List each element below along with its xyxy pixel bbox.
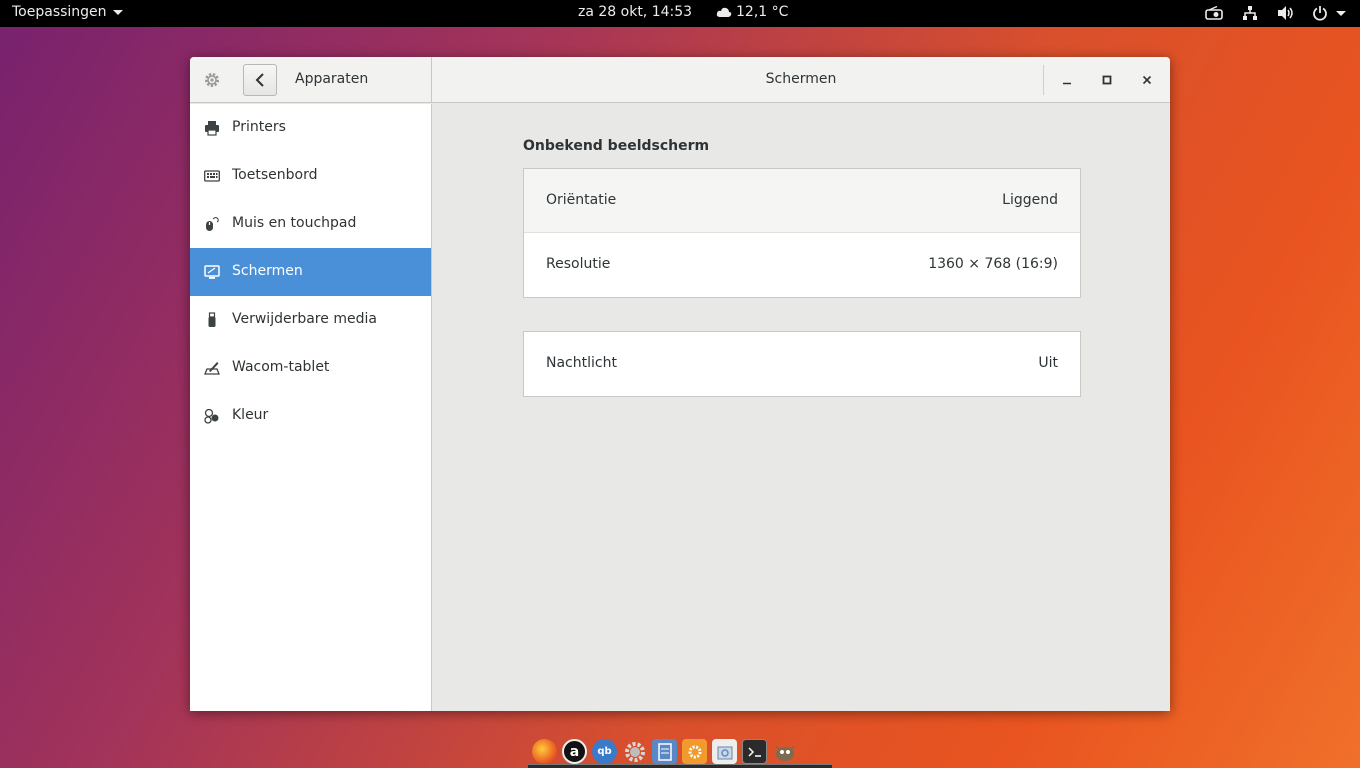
printer-icon — [205, 121, 219, 136]
sidebar-item-printers[interactable]: Printers — [190, 104, 431, 152]
close-icon — [1142, 75, 1152, 85]
minimize-button[interactable] — [1057, 70, 1077, 90]
sidebar-item-color[interactable]: Kleur — [190, 392, 431, 440]
minimize-icon — [1063, 82, 1071, 85]
volume-icon[interactable] — [1276, 3, 1296, 23]
sidebar: Printers Toetsenbord Muis en touchpad Sc… — [190, 104, 432, 711]
display-group-title: Onbekend beeldscherm — [523, 138, 710, 154]
dock-indicator-bar — [528, 764, 832, 768]
orientation-value: Liggend — [1002, 192, 1058, 208]
resolution-value: 1360 × 768 (16:9) — [928, 256, 1058, 272]
resolution-label: Resolutie — [546, 256, 611, 272]
files-icon[interactable] — [652, 739, 677, 764]
cloud-icon — [716, 7, 732, 17]
display-icon — [204, 265, 220, 279]
nightlight-label: Nachtlicht — [546, 355, 617, 371]
caret-down-icon — [1336, 10, 1346, 16]
section-title: Apparaten — [295, 71, 369, 87]
header-bar: Apparaten Schermen — [190, 57, 1170, 103]
clock[interactable]: za 28 okt, 14:53 — [578, 4, 692, 20]
sidebar-item-label: Schermen — [232, 263, 303, 279]
usb-icon — [208, 312, 216, 327]
power-icon[interactable] — [1312, 3, 1346, 23]
package-manager-icon[interactable] — [712, 739, 737, 764]
sidebar-item-label: Printers — [232, 119, 286, 135]
displays-panel: Onbekend beeldscherm Oriëntatie Liggend … — [433, 104, 1170, 711]
sidebar-item-removable-media[interactable]: Verwijderbare media — [190, 296, 431, 344]
nightlight-row[interactable]: Nachtlicht Uit — [524, 332, 1080, 396]
resolution-row[interactable]: Resolutie 1360 × 768 (16:9) — [524, 233, 1080, 297]
top-bar: Toepassingen za 28 okt, 14:53 12,1 °C — [0, 0, 1360, 27]
terminal-icon[interactable] — [742, 739, 767, 764]
mouse-icon — [206, 217, 219, 231]
orientation-row[interactable]: Oriëntatie Liggend — [524, 169, 1080, 233]
settings-gear-icon[interactable] — [622, 739, 647, 764]
sidebar-item-mouse[interactable]: Muis en touchpad — [190, 200, 431, 248]
chevron-left-icon — [255, 73, 264, 87]
sidebar-item-label: Muis en touchpad — [232, 215, 357, 231]
header-left: Apparaten — [190, 57, 432, 103]
header-separator — [1043, 65, 1044, 95]
display-settings-list: Oriëntatie Liggend Resolutie 1360 × 768 … — [523, 168, 1081, 298]
gear-icon[interactable] — [203, 71, 221, 89]
close-button[interactable] — [1137, 70, 1157, 90]
tablet-icon — [204, 362, 220, 375]
software-updater-icon[interactable] — [682, 739, 707, 764]
maximize-button[interactable] — [1097, 70, 1117, 90]
caret-down-icon — [112, 9, 123, 15]
applications-label: Toepassingen — [12, 4, 107, 20]
firefox-icon[interactable] — [532, 739, 557, 764]
sidebar-item-wacom[interactable]: Wacom-tablet — [190, 344, 431, 392]
gimp-icon[interactable] — [772, 739, 797, 764]
amazon-icon[interactable]: a — [562, 739, 587, 764]
back-button[interactable] — [243, 64, 277, 96]
sidebar-item-keyboard[interactable]: Toetsenbord — [190, 152, 431, 200]
radio-icon[interactable] — [1204, 3, 1224, 23]
nightlight-value: Uit — [1038, 355, 1058, 371]
sidebar-item-label: Wacom-tablet — [232, 359, 330, 375]
sidebar-item-label: Kleur — [232, 407, 269, 423]
applications-menu[interactable]: Toepassingen — [12, 4, 123, 20]
weather-temperature: 12,1 °C — [736, 4, 789, 20]
network-icon[interactable] — [1240, 3, 1260, 23]
settings-window: Apparaten Schermen Printers Toetsenbord … — [190, 57, 1170, 711]
color-icon — [204, 408, 219, 424]
maximize-icon — [1102, 75, 1112, 85]
system-tray — [1204, 3, 1346, 23]
orientation-label: Oriëntatie — [546, 192, 617, 208]
keyboard-icon — [204, 170, 220, 182]
sidebar-item-label: Toetsenbord — [232, 167, 318, 183]
qbittorrent-icon[interactable]: qb — [592, 739, 617, 764]
sidebar-item-label: Verwijderbare media — [232, 311, 377, 327]
sidebar-item-displays[interactable]: Schermen — [190, 248, 431, 296]
nightlight-list: Nachtlicht Uit — [523, 331, 1081, 397]
weather-indicator[interactable]: 12,1 °C — [716, 4, 788, 20]
